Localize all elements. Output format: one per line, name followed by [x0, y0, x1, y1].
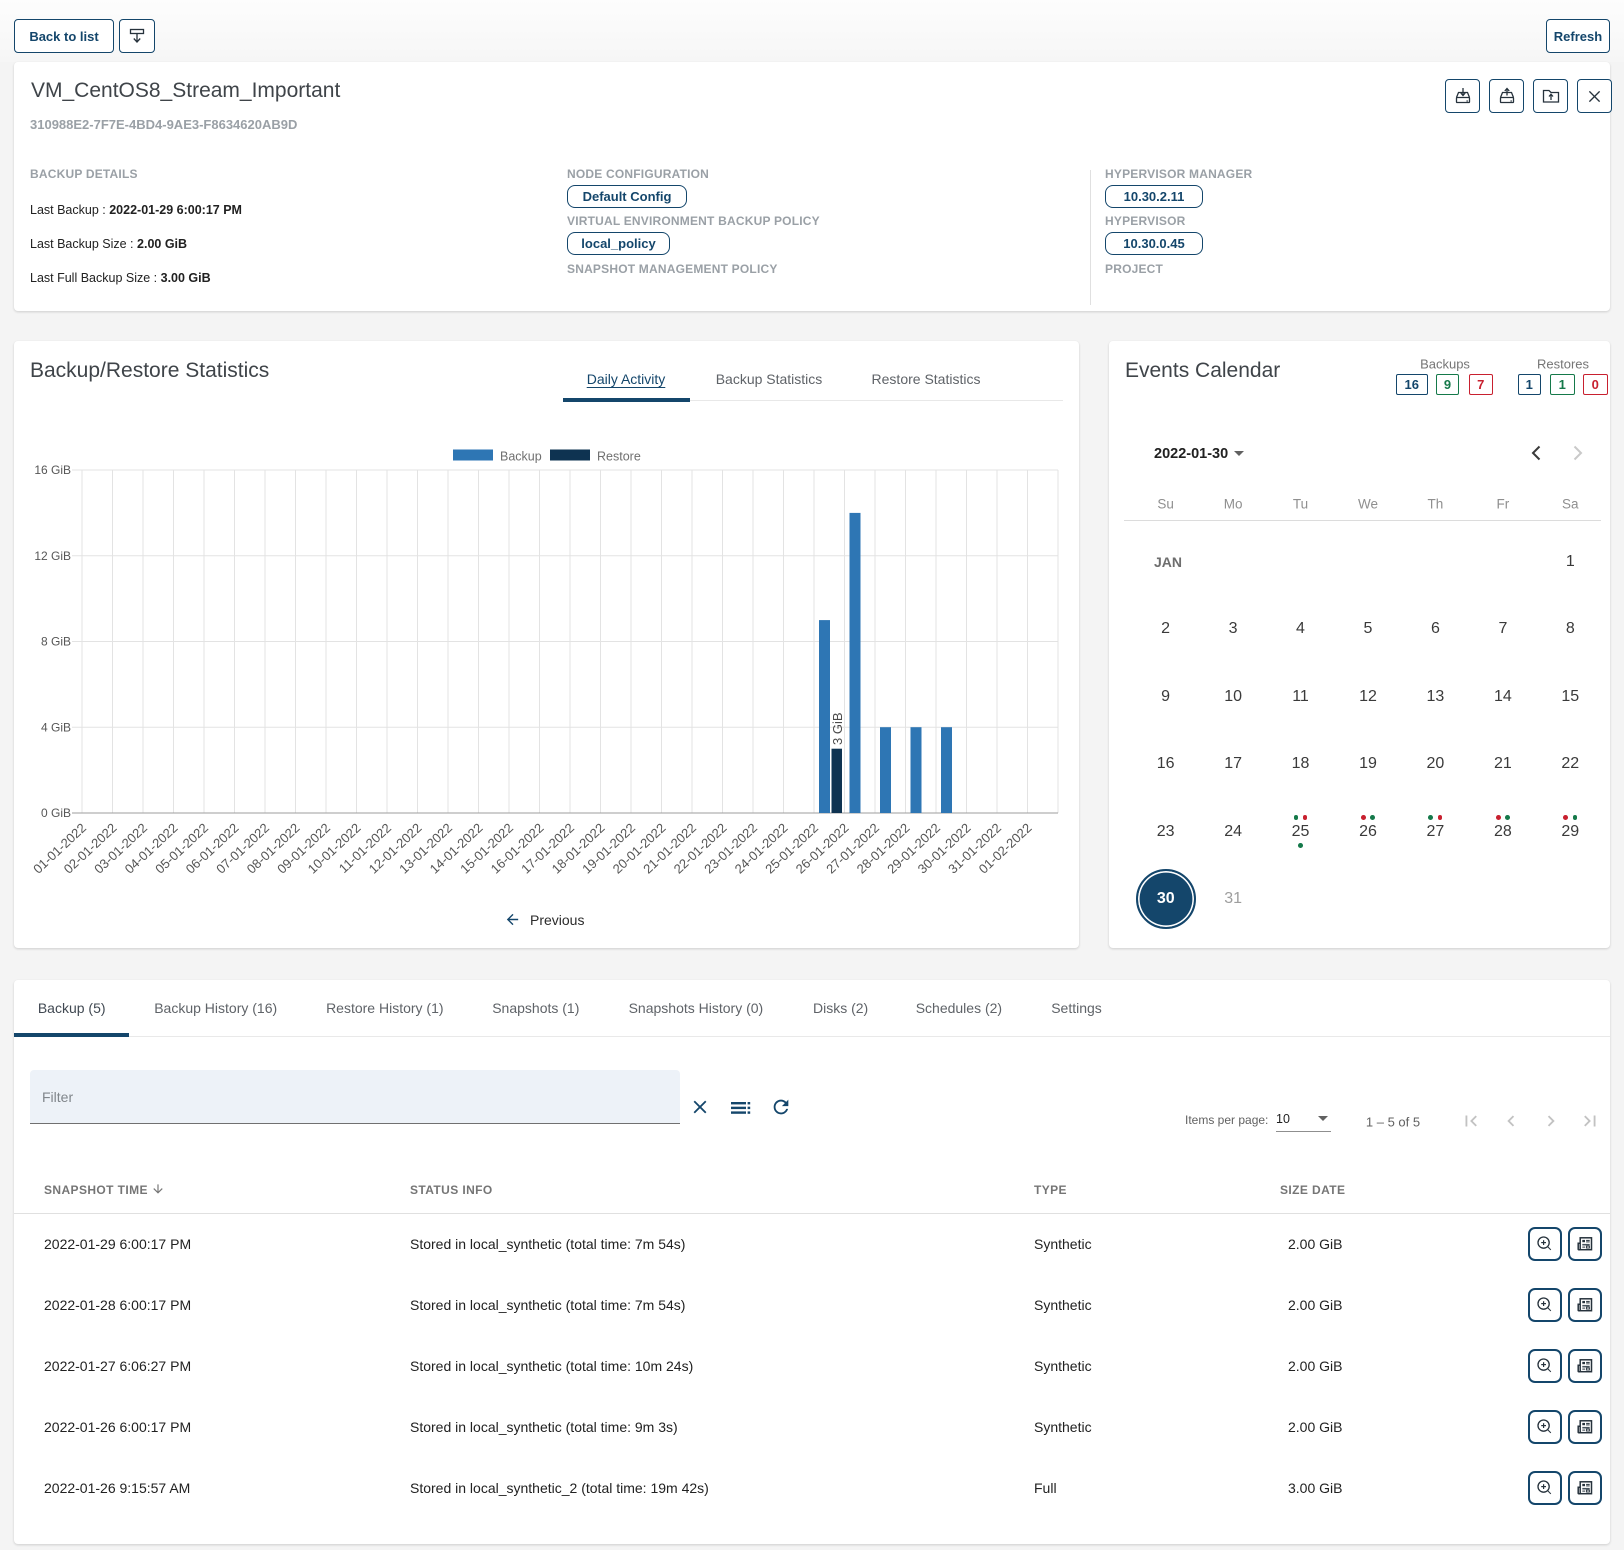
- svg-text:12 GiB: 12 GiB: [34, 549, 71, 563]
- svg-text:16 GiB: 16 GiB: [34, 463, 71, 477]
- svg-text:Backup: Backup: [500, 450, 542, 464]
- svg-text:3 GiB: 3 GiB: [830, 712, 845, 745]
- svg-text:8 GiB: 8 GiB: [41, 635, 71, 649]
- svg-text:0 GiB: 0 GiB: [41, 806, 71, 820]
- svg-text:4 GiB: 4 GiB: [41, 720, 71, 734]
- svg-text:Restore: Restore: [597, 450, 641, 464]
